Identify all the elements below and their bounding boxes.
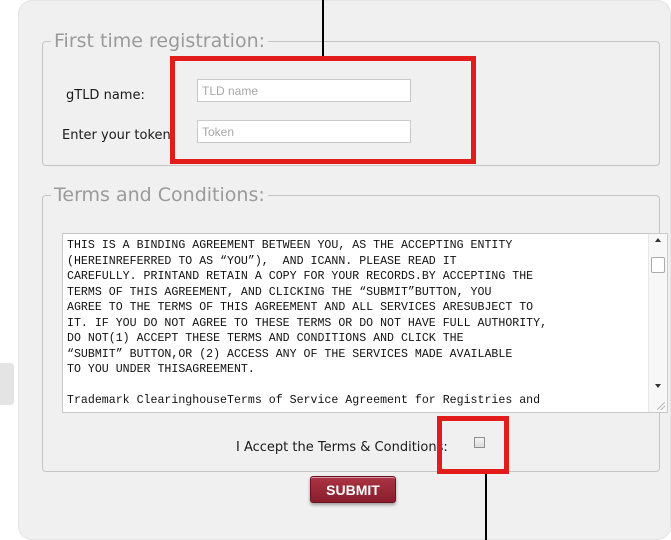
- terms-text: THIS IS A BINDING AGREEMENT BETWEEN YOU,…: [67, 239, 548, 407]
- scroll-up-arrow-icon[interactable]: [655, 238, 661, 242]
- scroll-down-arrow-icon[interactable]: [655, 384, 661, 388]
- side-tab: [0, 363, 14, 405]
- gtld-label: gTLD name:: [66, 88, 145, 103]
- gtld-name-input[interactable]: [197, 79, 411, 102]
- terms-scrollbar[interactable]: [648, 234, 667, 412]
- token-input[interactable]: [197, 120, 411, 143]
- scroll-thumb[interactable]: [651, 257, 665, 273]
- accept-terms-checkbox[interactable]: [474, 437, 485, 448]
- terms-legend: Terms and Conditions:: [54, 184, 265, 206]
- accept-terms-label: I Accept the Terms & Conditions:: [236, 440, 448, 455]
- token-label: Enter your token:: [62, 128, 176, 143]
- registration-legend: First time registration:: [54, 30, 266, 52]
- terms-textarea[interactable]: THIS IS A BINDING AGREEMENT BETWEEN YOU,…: [62, 233, 668, 413]
- submit-button[interactable]: SUBMIT: [310, 476, 396, 503]
- resize-grip-icon[interactable]: [657, 402, 665, 410]
